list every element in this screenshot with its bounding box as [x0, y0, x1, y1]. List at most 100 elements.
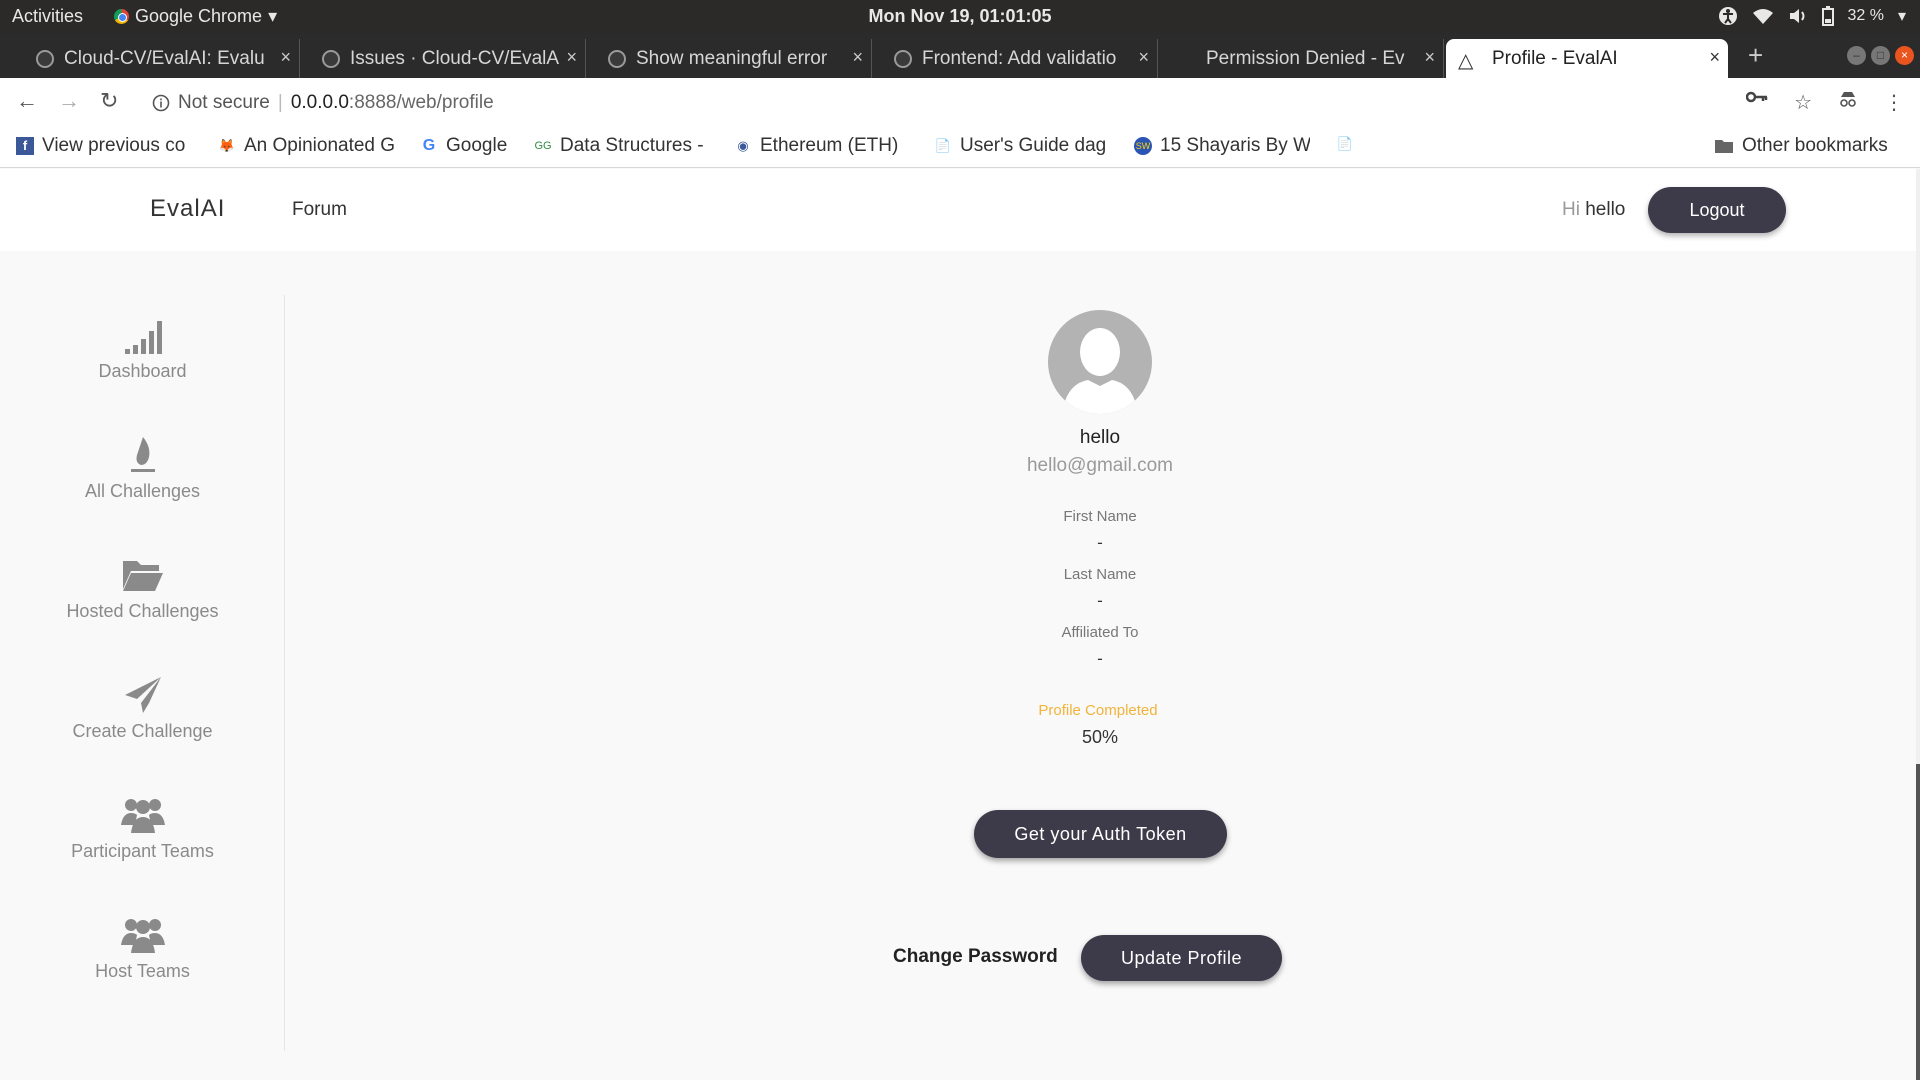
evalai-logo[interactable]: EvalAI [150, 195, 225, 223]
other-bookmarks[interactable]: Other bookmarks [1714, 135, 1888, 157]
user-silhouette-icon [1062, 328, 1138, 414]
os-top-bar: Activities Google Chrome ▾ Mon Nov 19, 0… [0, 0, 1920, 34]
bookmark-item[interactable]: 📄 User's Guide dag [934, 135, 1110, 157]
tab-label: Profile - EvalAI [1492, 47, 1618, 69]
sidebar: Dashboard All Challenges Hosted Challeng… [0, 295, 285, 1051]
sidebar-item-label: Hosted Challenges [66, 601, 219, 621]
tab-permission-denied[interactable]: Permission Denied - Ev × [1178, 39, 1444, 78]
logout-button[interactable]: Logout [1648, 187, 1786, 233]
sidebar-item-create-challenge[interactable]: Create Challenge [0, 675, 285, 742]
bookmark-item[interactable]: 📄 [1336, 135, 1354, 153]
geeksforgeeks-icon: GG [534, 140, 552, 152]
users-icon [120, 799, 165, 833]
app-menu[interactable]: Google Chrome ▾ [114, 6, 277, 27]
tab-evalai-repo[interactable]: Cloud-CV/EvalAI: Evalu × [34, 39, 300, 78]
bookmark-item[interactable]: G Google [420, 135, 508, 157]
bookmark-label: Data Structures - [560, 135, 704, 156]
chevron-down-icon: ▾ [1897, 8, 1906, 25]
new-tab-button[interactable]: + [1748, 40, 1763, 71]
profile-name: hello [1079, 427, 1121, 448]
sidebar-item-label: Dashboard [98, 361, 187, 381]
back-button[interactable]: ← [16, 88, 38, 114]
toolbar-actions: ☆ ⋮ [1746, 90, 1904, 115]
evalai-logo-icon: △ [1458, 50, 1474, 72]
bookmark-label: An Opinionated G [244, 135, 394, 156]
greeting-username[interactable]: hello [1585, 199, 1625, 220]
bookmark-item[interactable]: GG Data Structures - [534, 135, 710, 157]
app-name: Google Chrome [135, 6, 263, 26]
window-controls: – □ × [1847, 46, 1914, 65]
bookmark-item[interactable]: ◉ Ethereum (ETH) [734, 135, 910, 157]
github-icon [608, 50, 626, 68]
bookmarks-bar: f View previous co 🦊 An Opinionated G G … [0, 128, 1920, 168]
tab-strip: Cloud-CV/EvalAI: Evalu × Issues · Cloud-… [0, 34, 1920, 78]
sidebar-item-dashboard[interactable]: Dashboard [0, 315, 285, 382]
profile-email: hello@gmail.com [1026, 455, 1173, 476]
users-icon [120, 919, 165, 953]
security-label: Not secure [178, 92, 270, 113]
forum-link[interactable]: Forum [292, 199, 347, 221]
close-icon[interactable]: × [280, 47, 291, 68]
address-separator: | [277, 92, 283, 113]
tab-show-meaningful-error[interactable]: Show meaningful error × [606, 39, 872, 78]
affiliation-value: - [1097, 649, 1103, 668]
close-icon[interactable]: × [1424, 47, 1435, 68]
activities-button[interactable]: Activities [12, 6, 83, 27]
bookmark-star-icon[interactable]: ☆ [1794, 90, 1812, 115]
tab-profile-evalai[interactable]: △ Profile - EvalAI × [1446, 39, 1728, 78]
maximize-button[interactable]: □ [1871, 46, 1890, 65]
address-bar[interactable]: Not secure | 0.0.0.0 :8888/web/profile [152, 88, 494, 118]
minimize-button[interactable]: – [1847, 46, 1866, 65]
bookmark-label: 15 Shayaris By W [1160, 135, 1310, 156]
tab-issues[interactable]: Issues · Cloud-CV/EvalA × [320, 39, 586, 78]
sidebar-item-hosted-challenges[interactable]: Hosted Challenges [0, 555, 285, 622]
update-profile-button[interactable]: Update Profile [1081, 935, 1282, 981]
facebook-icon: f [16, 137, 34, 155]
volume-icon [1789, 9, 1804, 23]
flame-icon [130, 437, 155, 472]
bookmark-label: View previous co [42, 135, 186, 156]
sidebar-item-label: All Challenges [84, 481, 201, 501]
window-close-button[interactable]: × [1895, 46, 1914, 65]
github-icon [322, 50, 340, 68]
shayari-icon: SW [1134, 137, 1152, 155]
folder-icon [1715, 140, 1733, 153]
tab-frontend-validation[interactable]: Frontend: Add validatio × [892, 39, 1158, 78]
bookmark-item[interactable]: SW 15 Shayaris By W [1134, 135, 1310, 157]
get-auth-token-button[interactable]: Get your Auth Token [974, 810, 1227, 858]
sidebar-item-label: Host Teams [95, 961, 190, 981]
chevron-down-icon: ▾ [268, 6, 278, 26]
key-icon[interactable] [1746, 90, 1768, 104]
close-icon[interactable]: × [566, 47, 577, 68]
github-icon [36, 50, 54, 68]
tab-label: Issues · Cloud-CV/EvalA [350, 47, 560, 69]
scrollbar-thumb[interactable] [1916, 764, 1920, 1080]
menu-dots-icon[interactable]: ⋮ [1884, 90, 1904, 115]
wifi-icon [1752, 9, 1773, 24]
page-scrollbar[interactable] [1916, 169, 1920, 1080]
change-password-link[interactable]: Change Password [893, 946, 1058, 968]
tab-label: Cloud-CV/EvalAI: Evalu [64, 47, 265, 69]
paper-plane-icon [124, 677, 161, 713]
system-tray[interactable]: 32 % ▾ [1718, 6, 1906, 26]
bookmark-item[interactable]: f View previous co [16, 135, 188, 157]
tab-label: Show meaningful error [636, 47, 828, 69]
incognito-icon[interactable] [1838, 90, 1858, 108]
reload-button[interactable]: ↻ [100, 88, 118, 114]
sidebar-item-all-challenges[interactable]: All Challenges [0, 435, 285, 502]
first-name-label: First Name [1063, 508, 1137, 525]
tab-label: Frontend: Add validatio [922, 47, 1117, 69]
bookmark-item[interactable]: 🦊 An Opinionated G [218, 135, 394, 157]
bookmark-label: Google [446, 135, 508, 156]
close-icon[interactable]: × [1709, 47, 1720, 68]
bookmark-label: User's Guide dag [960, 135, 1107, 156]
gitlab-icon: 🦊 [218, 138, 236, 153]
sidebar-item-participant-teams[interactable]: Participant Teams [0, 795, 285, 862]
other-bookmarks-label: Other bookmarks [1742, 135, 1888, 156]
close-icon[interactable]: × [1138, 47, 1149, 68]
forward-button[interactable]: → [58, 88, 80, 114]
first-name-value: - [1097, 533, 1103, 552]
sidebar-item-host-teams[interactable]: Host Teams [0, 915, 285, 982]
page-icon: 📄 [934, 138, 952, 153]
close-icon[interactable]: × [852, 47, 863, 68]
